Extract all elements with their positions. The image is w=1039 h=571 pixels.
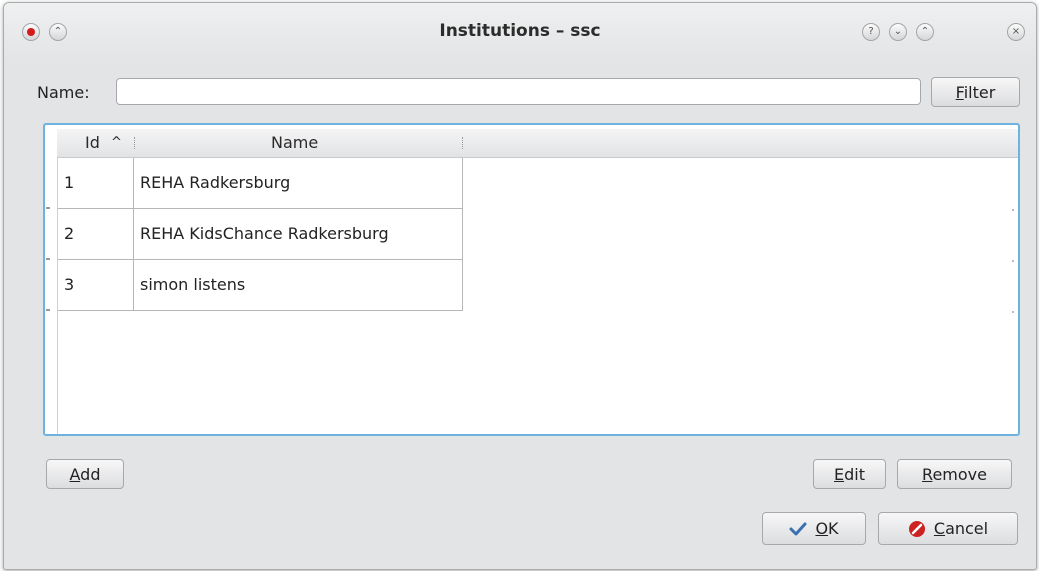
- ok-button-label: OK: [815, 519, 839, 538]
- title-bar[interactable]: ⌃ Institutions – ssc ? ⌄ ⌃ ×: [4, 3, 1036, 61]
- checkmark-icon: [789, 522, 807, 535]
- institutions-dialog: ⌃ Institutions – ssc ? ⌄ ⌃ × Name: Filte…: [3, 2, 1037, 570]
- cell-name[interactable]: REHA Radkersburg: [134, 158, 463, 209]
- row-header-column: [45, 129, 58, 434]
- filter-button[interactable]: Filter: [931, 77, 1020, 107]
- window-title: Institutions – ssc: [439, 21, 601, 41]
- institutions-table[interactable]: Id ^ Name 1 REHA Radkersburg 2 REHA Kids…: [43, 123, 1020, 436]
- column-header-name[interactable]: Name: [271, 129, 318, 157]
- cell-id[interactable]: 3: [58, 260, 134, 311]
- help-icon[interactable]: ?: [862, 23, 880, 41]
- sort-ascending-icon: ^: [111, 135, 122, 150]
- add-button[interactable]: Add: [46, 459, 124, 489]
- remove-button[interactable]: Remove: [897, 459, 1012, 489]
- name-label: Name:: [37, 83, 90, 102]
- name-filter-input[interactable]: [116, 78, 921, 105]
- maximize-icon[interactable]: ⌃: [916, 23, 934, 41]
- table-header: Id ^ Name: [57, 129, 1018, 158]
- edit-button-label: Edit: [834, 464, 865, 484]
- cell-id[interactable]: 1: [58, 158, 134, 209]
- cancel-button-label: Cancel: [933, 519, 989, 538]
- column-separator[interactable]: [462, 137, 464, 149]
- cell-name[interactable]: REHA KidsChance Radkersburg: [134, 209, 463, 260]
- ok-button[interactable]: OK: [762, 512, 866, 545]
- remove-button-label: Remove: [922, 464, 987, 484]
- minimize-icon[interactable]: ⌄: [889, 23, 907, 41]
- filter-button-label: Filter: [955, 82, 996, 102]
- cell-name[interactable]: simon listens: [134, 260, 463, 311]
- close-x-icon[interactable]: ×: [1007, 23, 1025, 41]
- cell-id[interactable]: 2: [58, 209, 134, 260]
- edit-button[interactable]: Edit: [813, 459, 886, 489]
- add-button-label: Add: [69, 464, 101, 484]
- column-separator[interactable]: [134, 137, 136, 149]
- cancel-button[interactable]: Cancel: [878, 512, 1018, 545]
- column-header-id[interactable]: Id: [85, 129, 100, 157]
- cancel-icon: [908, 520, 925, 537]
